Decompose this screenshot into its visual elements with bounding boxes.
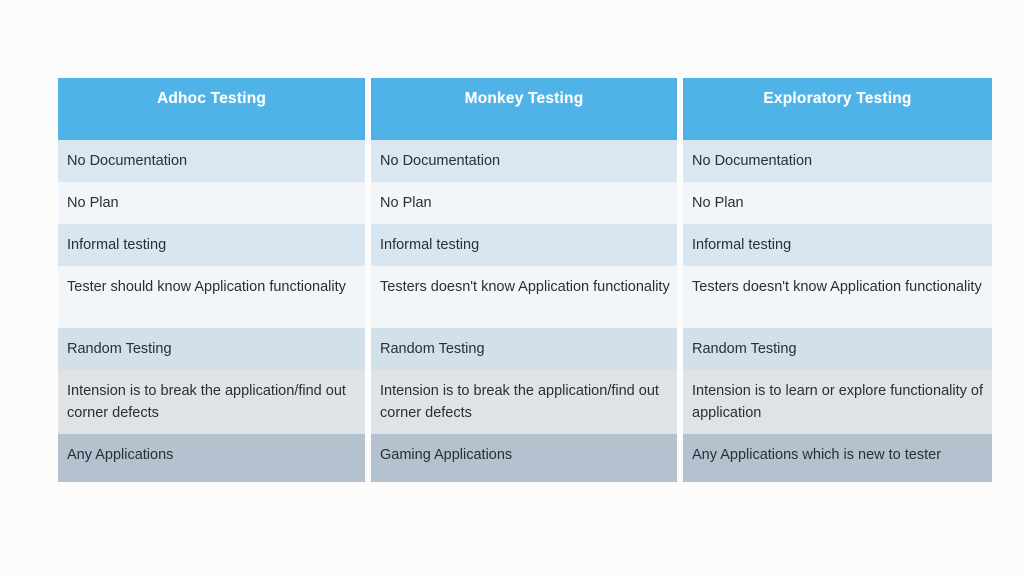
table-row: Informal testing Informal testing Inform…	[58, 224, 992, 267]
table-cell: Informal testing	[683, 224, 992, 267]
table-row: Random Testing Random Testing Random Tes…	[58, 328, 992, 371]
table-row: Tester should know Application functiona…	[58, 266, 992, 329]
table-cell: Intension is to learn or explore functio…	[683, 370, 992, 435]
column-header-exploratory-testing: Exploratory Testing	[683, 78, 992, 140]
table-row: No Plan No Plan No Plan	[58, 182, 992, 225]
slide-canvas: Adhoc Testing Monkey Testing Exploratory…	[0, 0, 1024, 576]
table-cell: Any Applications which is new to tester	[683, 434, 992, 483]
column-header-monkey-testing: Monkey Testing	[371, 78, 683, 140]
table-cell: Gaming Applications	[371, 434, 683, 483]
table-cell: Testers doesn't know Application functio…	[371, 266, 683, 329]
table-cell: Random Testing	[58, 328, 371, 371]
table-body: No Documentation No Documentation No Doc…	[58, 140, 992, 483]
table-row: Intension is to break the application/fi…	[58, 370, 992, 435]
table-cell: Intension is to break the application/fi…	[371, 370, 683, 435]
table-cell: Any Applications	[58, 434, 371, 483]
table-cell: Intension is to break the application/fi…	[58, 370, 371, 435]
table-cell: No Plan	[371, 182, 683, 225]
table-cell: Random Testing	[371, 328, 683, 371]
table-cell: Tester should know Application functiona…	[58, 266, 371, 329]
table-cell: No Plan	[683, 182, 992, 225]
testing-comparison-table: Adhoc Testing Monkey Testing Exploratory…	[58, 78, 992, 483]
table-cell: Random Testing	[683, 328, 992, 371]
table-row: No Documentation No Documentation No Doc…	[58, 140, 992, 183]
table-cell: No Plan	[58, 182, 371, 225]
table-header-row: Adhoc Testing Monkey Testing Exploratory…	[58, 78, 992, 140]
table-row: Any Applications Gaming Applications Any…	[58, 434, 992, 483]
table-cell: Informal testing	[371, 224, 683, 267]
table-header: Adhoc Testing Monkey Testing Exploratory…	[58, 78, 992, 140]
table-cell: No Documentation	[371, 140, 683, 183]
table-cell: No Documentation	[683, 140, 992, 183]
column-header-adhoc-testing: Adhoc Testing	[58, 78, 371, 140]
table-cell: Informal testing	[58, 224, 371, 267]
table-cell: Testers doesn't know Application functio…	[683, 266, 992, 329]
table-cell: No Documentation	[58, 140, 371, 183]
